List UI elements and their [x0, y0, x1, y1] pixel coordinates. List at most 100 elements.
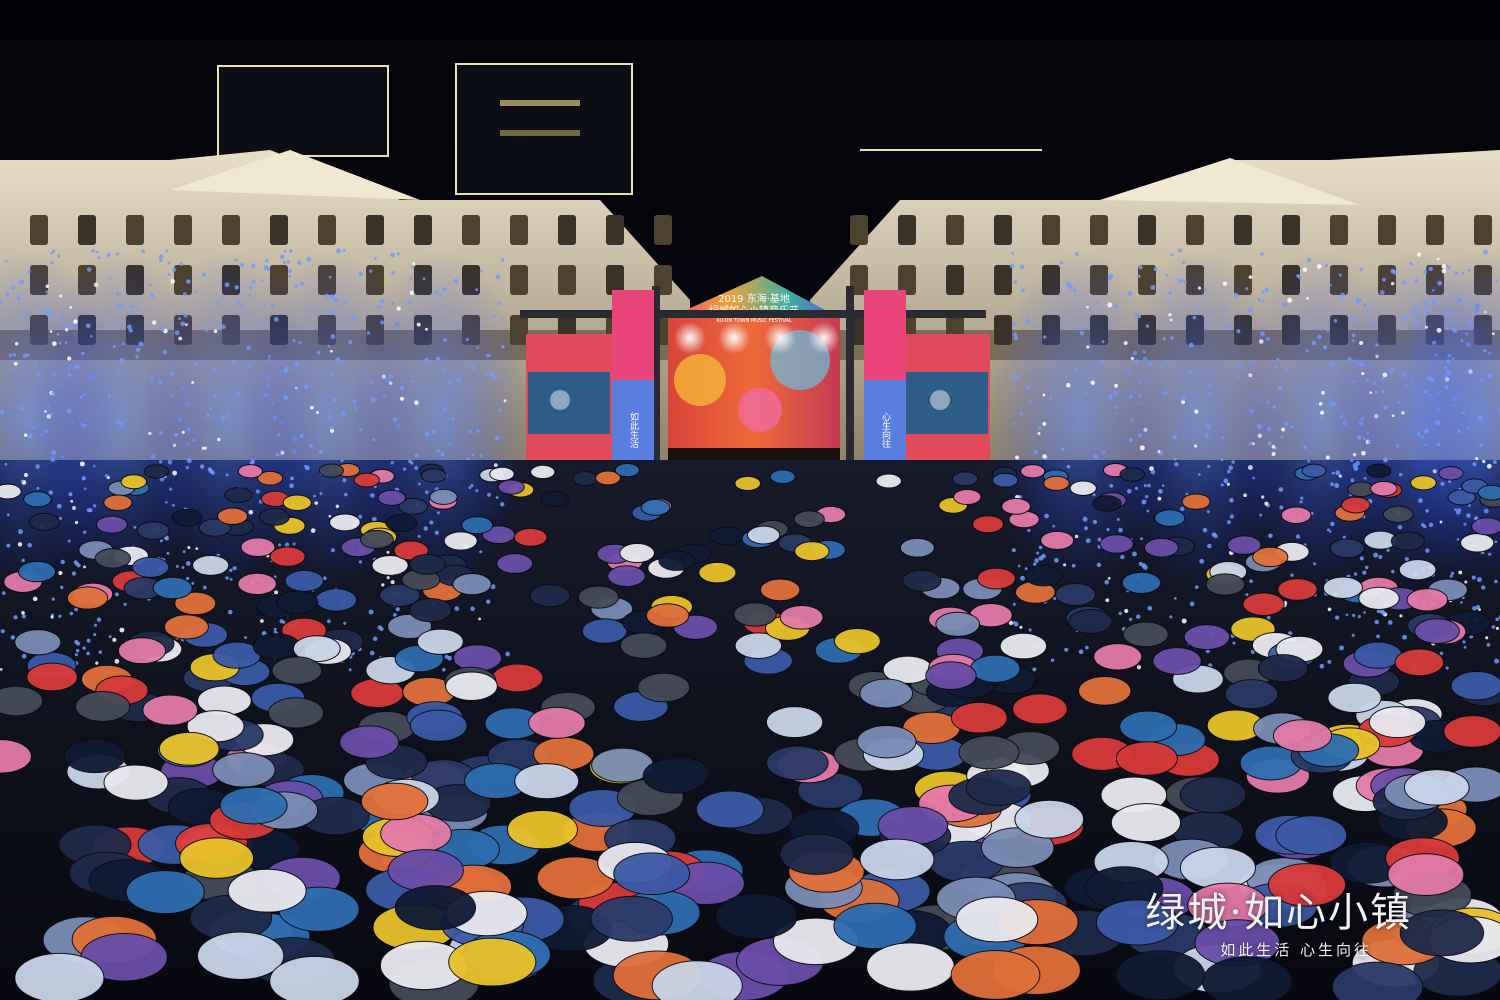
umbrella [613, 852, 691, 896]
umbrella [252, 633, 301, 660]
umbrella [1272, 719, 1333, 753]
umbrella [955, 896, 1039, 943]
window [1138, 215, 1156, 245]
window [1330, 215, 1348, 245]
umbrella [1438, 466, 1464, 481]
umbrella [614, 463, 640, 478]
umbrella [658, 550, 696, 571]
umbrella [408, 553, 446, 575]
stage-light [764, 322, 796, 354]
umbrella [1115, 741, 1178, 776]
umbrella [74, 691, 131, 722]
umbrella [540, 490, 570, 508]
umbrella [28, 512, 61, 531]
umbrella [1183, 624, 1231, 651]
umbrella [833, 902, 917, 950]
window [898, 215, 916, 245]
umbrella [409, 598, 453, 623]
umbrella [1119, 710, 1178, 743]
umbrella [619, 542, 655, 564]
festival-photo: 2019 东海·基地 绿城如心小镇音乐节 RUXIN TOWN MUSIC FE… [0, 0, 1500, 1000]
umbrella [698, 561, 737, 584]
umbrella [856, 724, 917, 759]
umbrella [131, 556, 170, 578]
umbrella [496, 553, 534, 574]
umbrella [1450, 671, 1500, 701]
umbrella [1329, 538, 1365, 559]
umbrella [529, 584, 571, 608]
umbrella [1403, 769, 1470, 806]
umbrella [992, 472, 1019, 488]
window [654, 215, 672, 245]
umbrella [950, 949, 1041, 1000]
umbrella [353, 472, 380, 488]
umbrella [394, 885, 477, 931]
umbrella [1001, 498, 1031, 515]
watermark: 绿城·如心小镇 如此生活 心生向往 [1145, 891, 1412, 960]
umbrella [461, 516, 494, 535]
window [1282, 215, 1300, 245]
umbrella [1406, 588, 1449, 612]
window [270, 215, 288, 245]
umbrella [1370, 480, 1398, 497]
umbrella [237, 572, 277, 596]
window [1234, 215, 1252, 245]
umbrella [766, 745, 829, 781]
umbrella [117, 637, 167, 665]
umbrella [224, 487, 253, 504]
umbrella [17, 560, 57, 583]
umbrella [1414, 618, 1460, 644]
window [558, 265, 576, 295]
umbrella [1257, 654, 1309, 683]
umbrella [1143, 537, 1179, 558]
umbrella [1322, 576, 1363, 599]
umbrella [1040, 530, 1075, 550]
window [174, 215, 192, 245]
umbrella [23, 491, 52, 508]
stage-light [674, 322, 706, 354]
umbrella [794, 541, 830, 562]
umbrella [513, 527, 548, 547]
window [994, 215, 1012, 245]
umbrella [859, 838, 935, 881]
umbrella [779, 605, 824, 630]
umbrella [952, 488, 982, 506]
umbrella [779, 833, 854, 875]
umbrella [1119, 467, 1146, 482]
umbrella [1394, 648, 1445, 677]
umbrella [125, 870, 205, 915]
umbrella [1280, 506, 1312, 524]
umbrella [965, 769, 1032, 806]
umbrella [284, 569, 324, 592]
stage-light [718, 322, 750, 354]
umbrella [1477, 484, 1500, 501]
window [414, 215, 432, 245]
window [462, 215, 480, 245]
window [946, 265, 964, 295]
right-led-screen [904, 334, 990, 466]
umbrella [0, 483, 22, 500]
umbrella [267, 697, 325, 729]
umbrella [1226, 535, 1262, 555]
umbrella [1368, 706, 1427, 739]
umbrella [925, 661, 977, 690]
umbrella [1277, 578, 1318, 601]
left-pillar-text: 如此生活 [628, 411, 639, 449]
umbrella [1121, 571, 1162, 594]
umbrella [409, 709, 468, 742]
window [366, 215, 384, 245]
stage-banner-line1: 2019 东海·基地 [718, 292, 790, 305]
umbrella [1201, 956, 1293, 1000]
umbrella [1410, 475, 1437, 491]
umbrella [590, 895, 673, 942]
umbrella [1399, 909, 1485, 957]
umbrella [103, 764, 169, 801]
umbrella [877, 805, 949, 846]
umbrella [1154, 509, 1186, 527]
window [558, 215, 576, 245]
umbrella [212, 752, 276, 788]
umbrella [1398, 559, 1437, 581]
umbrella [976, 567, 1016, 590]
umbrella [196, 931, 285, 980]
umbrella [1340, 496, 1371, 514]
